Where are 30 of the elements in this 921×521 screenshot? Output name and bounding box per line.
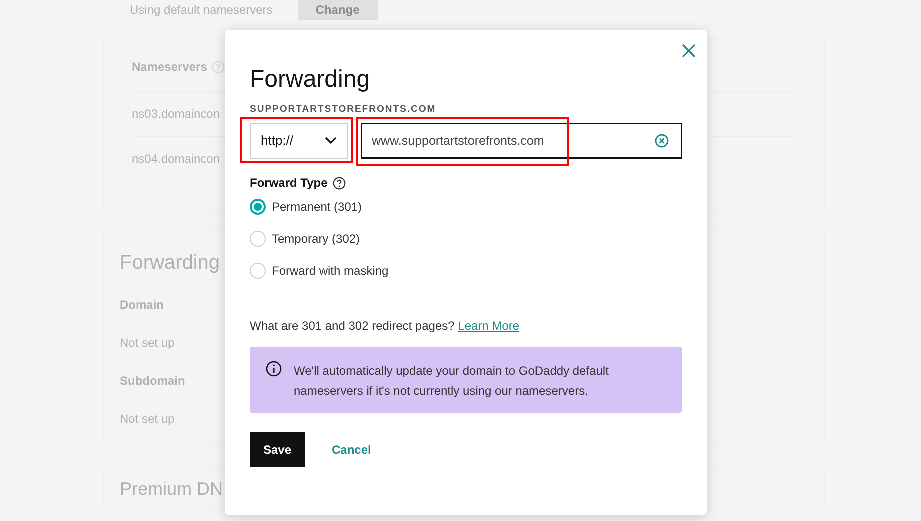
radio-option[interactable]: Forward with masking [250, 255, 389, 287]
cancel-button[interactable]: Cancel [332, 440, 372, 458]
radio-icon[interactable] [250, 231, 266, 247]
field-value: Not set up [120, 336, 175, 350]
dialog-title: Forwarding [250, 65, 372, 95]
column-header: Nameservers [132, 59, 208, 76]
nameserver-text: ns04.domaincon [132, 152, 220, 166]
section-heading: Premium DN [120, 479, 224, 499]
field-value: Not set up [120, 412, 175, 426]
field-label: Forward Type [250, 175, 328, 192]
help-icon[interactable] [332, 176, 346, 190]
radio-option[interactable]: Temporary (302) [250, 223, 360, 255]
help-text: What are 301 and 302 redirect pages? Learn More [250, 318, 521, 335]
chevron-down-icon [325, 137, 337, 145]
radio-option[interactable]: Permanent (301) [250, 191, 362, 223]
url-field[interactable]: www.supportartstorefronts.com [361, 123, 682, 159]
field-label: Subdomain [120, 374, 186, 388]
radio-icon[interactable] [250, 199, 266, 215]
save-button[interactable]: Save [250, 432, 305, 467]
nameserver-text: ns03.domaincon [132, 107, 220, 121]
domain-label: SUPPORTARTSTOREFRONTS.COM [250, 103, 438, 117]
field-label: Domain [120, 298, 164, 312]
status-text: Using default nameservers [130, 2, 273, 19]
clear-icon[interactable] [655, 134, 669, 148]
notice-text: We'll automatically update your domain to GoDaddy default nameservers if it's not currently using our nameservers. [294, 363, 610, 400]
learn-more-link[interactable]: Learn More [458, 319, 520, 333]
info-icon [266, 361, 282, 377]
protocol-select[interactable]: http:// [250, 123, 348, 159]
radio-icon[interactable] [250, 263, 266, 279]
section-heading: Forwarding [120, 252, 220, 274]
